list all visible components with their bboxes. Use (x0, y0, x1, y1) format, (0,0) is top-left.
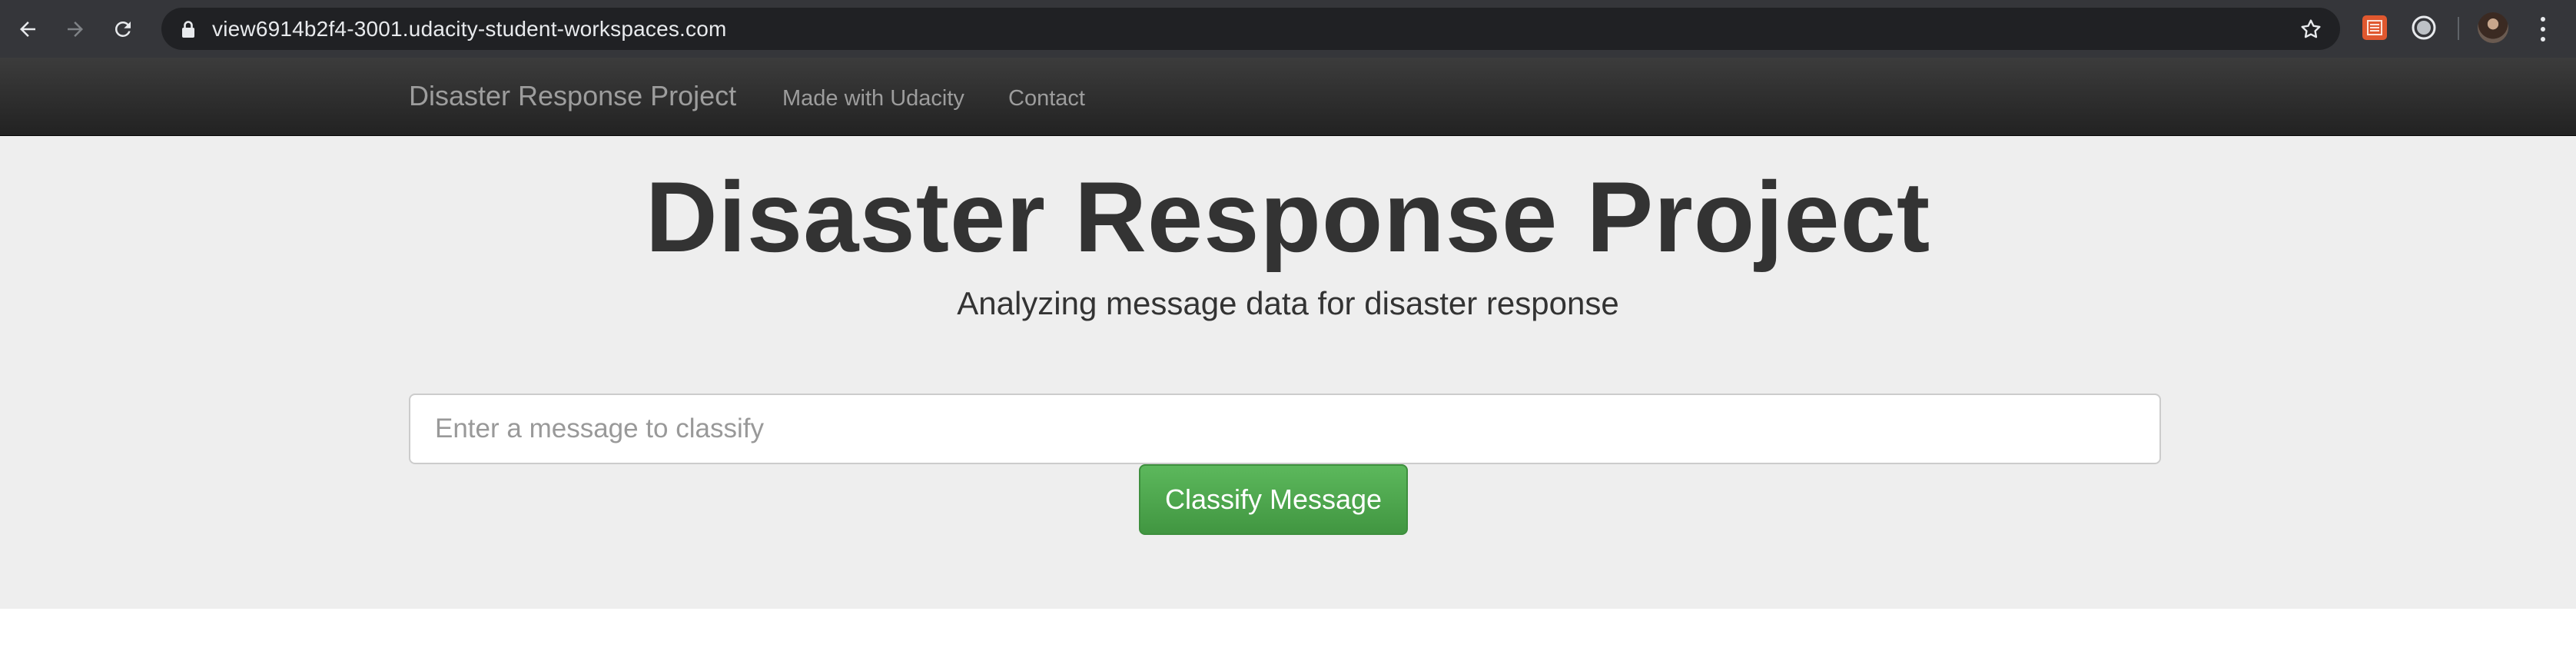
forward-arrow-icon[interactable] (58, 12, 92, 46)
url-text[interactable]: view6914b2f4-3001.udacity-student-worksp… (212, 17, 727, 42)
site-navbar: Disaster Response Project Made with Udac… (0, 58, 2576, 136)
lock-icon[interactable] (180, 19, 197, 39)
message-input[interactable] (409, 394, 2161, 464)
star-icon[interactable] (2299, 17, 2323, 42)
nav-link-made-with-udacity[interactable]: Made with Udacity (782, 83, 964, 114)
extension-circle-icon[interactable] (2410, 14, 2438, 42)
navbar-brand[interactable]: Disaster Response Project (409, 79, 736, 113)
kebab-menu-icon[interactable] (2531, 14, 2554, 45)
reload-icon[interactable] (106, 12, 140, 46)
nav-link-contact[interactable]: Contact (1008, 83, 1085, 114)
address-bar[interactable]: view6914b2f4-3001.udacity-student-worksp… (161, 8, 2340, 50)
profile-avatar[interactable] (2478, 12, 2508, 43)
back-arrow-icon[interactable] (11, 12, 45, 46)
page-subtitle: Analyzing message data for disaster resp… (957, 285, 1619, 321)
page-title: Disaster Response Project (645, 161, 1931, 273)
extension-icon[interactable] (2361, 14, 2388, 42)
toolbar-divider (2458, 17, 2459, 40)
classify-message-button[interactable]: Classify Message (1139, 464, 1408, 535)
browser-toolbar: view6914b2f4-3001.udacity-student-worksp… (0, 0, 2576, 58)
jumbotron: Disaster Response Project Analyzing mess… (0, 136, 2576, 609)
